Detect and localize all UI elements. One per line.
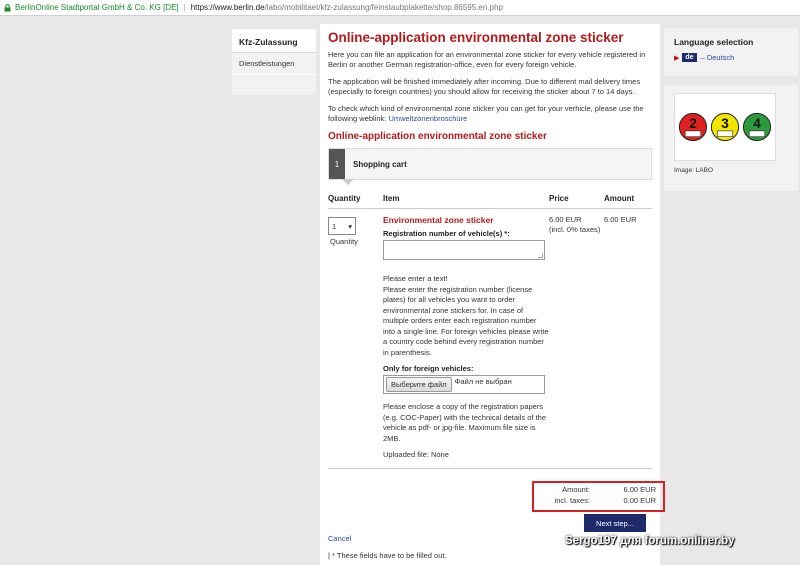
lock-icon (4, 3, 11, 11)
required-fields-note: | * These fields have to be filled out. (328, 551, 447, 560)
total-amount-value: 6.00 EUR (623, 485, 656, 494)
chevron-down-icon: ▾ (348, 221, 352, 231)
brochure-link[interactable]: Umweltzonenbroschüre (388, 114, 467, 123)
left-nav: Kfz-Zulassung Dienstleistungen (232, 29, 316, 95)
address-separator: | (183, 3, 186, 12)
sticker-red: 2 (678, 112, 708, 142)
no-file-text: Файл не выбран (454, 377, 512, 386)
choose-file-button[interactable]: Выберите файл (386, 377, 452, 392)
cancel-link[interactable]: Cancel (328, 534, 351, 543)
sticker-red-number: 2 (689, 116, 697, 131)
sticker-green-number: 4 (753, 116, 761, 131)
intro-paragraph-3-text: To check which kind of environmental zon… (328, 104, 644, 123)
quantity-select[interactable]: 1 ▾ (328, 217, 356, 235)
intro-paragraph-1: Here you can file an application for an … (328, 50, 646, 69)
registration-help: Please enter the registration number (li… (383, 284, 549, 357)
total-amount-label: Amount: (562, 485, 590, 494)
total-taxes-line: incl. taxes: 0.00 EUR (534, 496, 659, 507)
price-value: 6.00 EUR (549, 215, 582, 224)
header-amount: Amount (604, 194, 635, 203)
language-badge: de (682, 53, 697, 62)
header-quantity: Quantity (328, 194, 361, 203)
left-nav-heading[interactable]: Kfz-Zulassung (232, 29, 316, 53)
amount-value: 6.00 EUR (604, 215, 637, 224)
step-number: 1 (329, 149, 345, 179)
arrow-right-icon: ▶ (674, 54, 680, 62)
quantity-caption: Quantity (330, 237, 358, 246)
intro-paragraph-3: To check which kind of environmental zon… (328, 104, 652, 124)
item-title: Environmental zone sticker (383, 215, 494, 225)
language-link[interactable]: – Deutsch (701, 53, 735, 62)
item-cell: Environmental zone sticker Registration … (383, 215, 549, 468)
address-bar[interactable]: BerlinOnline Stadtportal GmbH & Co. KG [… (0, 0, 800, 16)
foreign-vehicles-label: Only for foreign vehicles: (383, 364, 474, 373)
quantity-cell: 1 ▾ Quantity (328, 215, 383, 468)
resize-grip-icon[interactable] (538, 253, 543, 258)
site-identity: BerlinOnline Stadtportal GmbH & Co. KG [… (15, 3, 179, 12)
sticker-yellow-number: 3 (721, 116, 729, 131)
price-cell: 6.00 EUR (incl. 0% taxes) (549, 215, 604, 468)
image-caption: Image: LABO (674, 167, 714, 174)
totals-box: Amount: 6.00 EUR incl. taxes: 0.00 EUR (532, 481, 665, 512)
sticker-green: 4 (742, 112, 772, 142)
step-indicator: 1 Shopping cart (328, 148, 652, 180)
header-price: Price (549, 194, 569, 203)
sticker-image-box: 2 3 4 Image: LABO (664, 85, 798, 191)
total-amount-line: Amount: 6.00 EUR (534, 485, 659, 496)
environmental-stickers-image: 2 3 4 (674, 93, 776, 161)
right-sidebar: Language selection ▶ de – Deutsch 2 3 4 … (664, 28, 798, 191)
step-pointer (328, 179, 652, 190)
url-path: /labo/mobilitaet/kfz-zulassung/feinstaub… (264, 3, 503, 12)
step-pointer-triangle (342, 179, 354, 185)
sticker-yellow: 3 (710, 112, 740, 142)
validation-message: Please enter a text! (383, 274, 448, 283)
step-label: Shopping cart (353, 159, 407, 169)
language-title: Language selection (674, 37, 754, 47)
cart-header-row: Quantity Item Price Amount (328, 194, 652, 209)
file-upload-field[interactable]: Выберите файл Файл не выбран (383, 375, 545, 394)
quantity-value: 1 (332, 221, 337, 231)
upload-help: Please enclose a copy of the registratio… (383, 402, 546, 443)
language-selection-box: Language selection ▶ de – Deutsch (664, 28, 798, 76)
price-tax-note: (incl. 0% taxes) (549, 225, 601, 234)
cart-row: 1 ▾ Quantity Environmental zone sticker … (328, 209, 652, 469)
watermark: Sergo197 для forum.onliner.by (565, 535, 735, 547)
page: Kfz-Zulassung Dienstleistungen Online-ap… (228, 24, 798, 565)
next-step-button[interactable]: Next step... (584, 514, 646, 532)
amount-cell: 6.00 EUR (604, 215, 652, 468)
left-nav-item-dienstleistungen[interactable]: Dienstleistungen (232, 53, 316, 75)
section-subtitle: Online-application environmental zone st… (328, 131, 547, 142)
language-option-de[interactable]: ▶ de – Deutsch (674, 53, 788, 62)
url-host: https://www.berlin.de (190, 3, 265, 12)
page-title: Online-application environmental zone st… (328, 30, 624, 45)
intro-paragraph-2: The application will be finished immedia… (328, 77, 641, 96)
registration-label: Registration number of vehicle(s) *: (383, 229, 510, 238)
header-item: Item (383, 194, 400, 203)
total-taxes-value: 0.00 EUR (623, 495, 656, 505)
uploaded-file-status: Uploaded file: None (383, 450, 449, 459)
registration-textarea[interactable] (383, 240, 545, 260)
total-taxes-label: incl. taxes: (554, 495, 590, 505)
main-content: Online-application environmental zone st… (320, 24, 665, 565)
